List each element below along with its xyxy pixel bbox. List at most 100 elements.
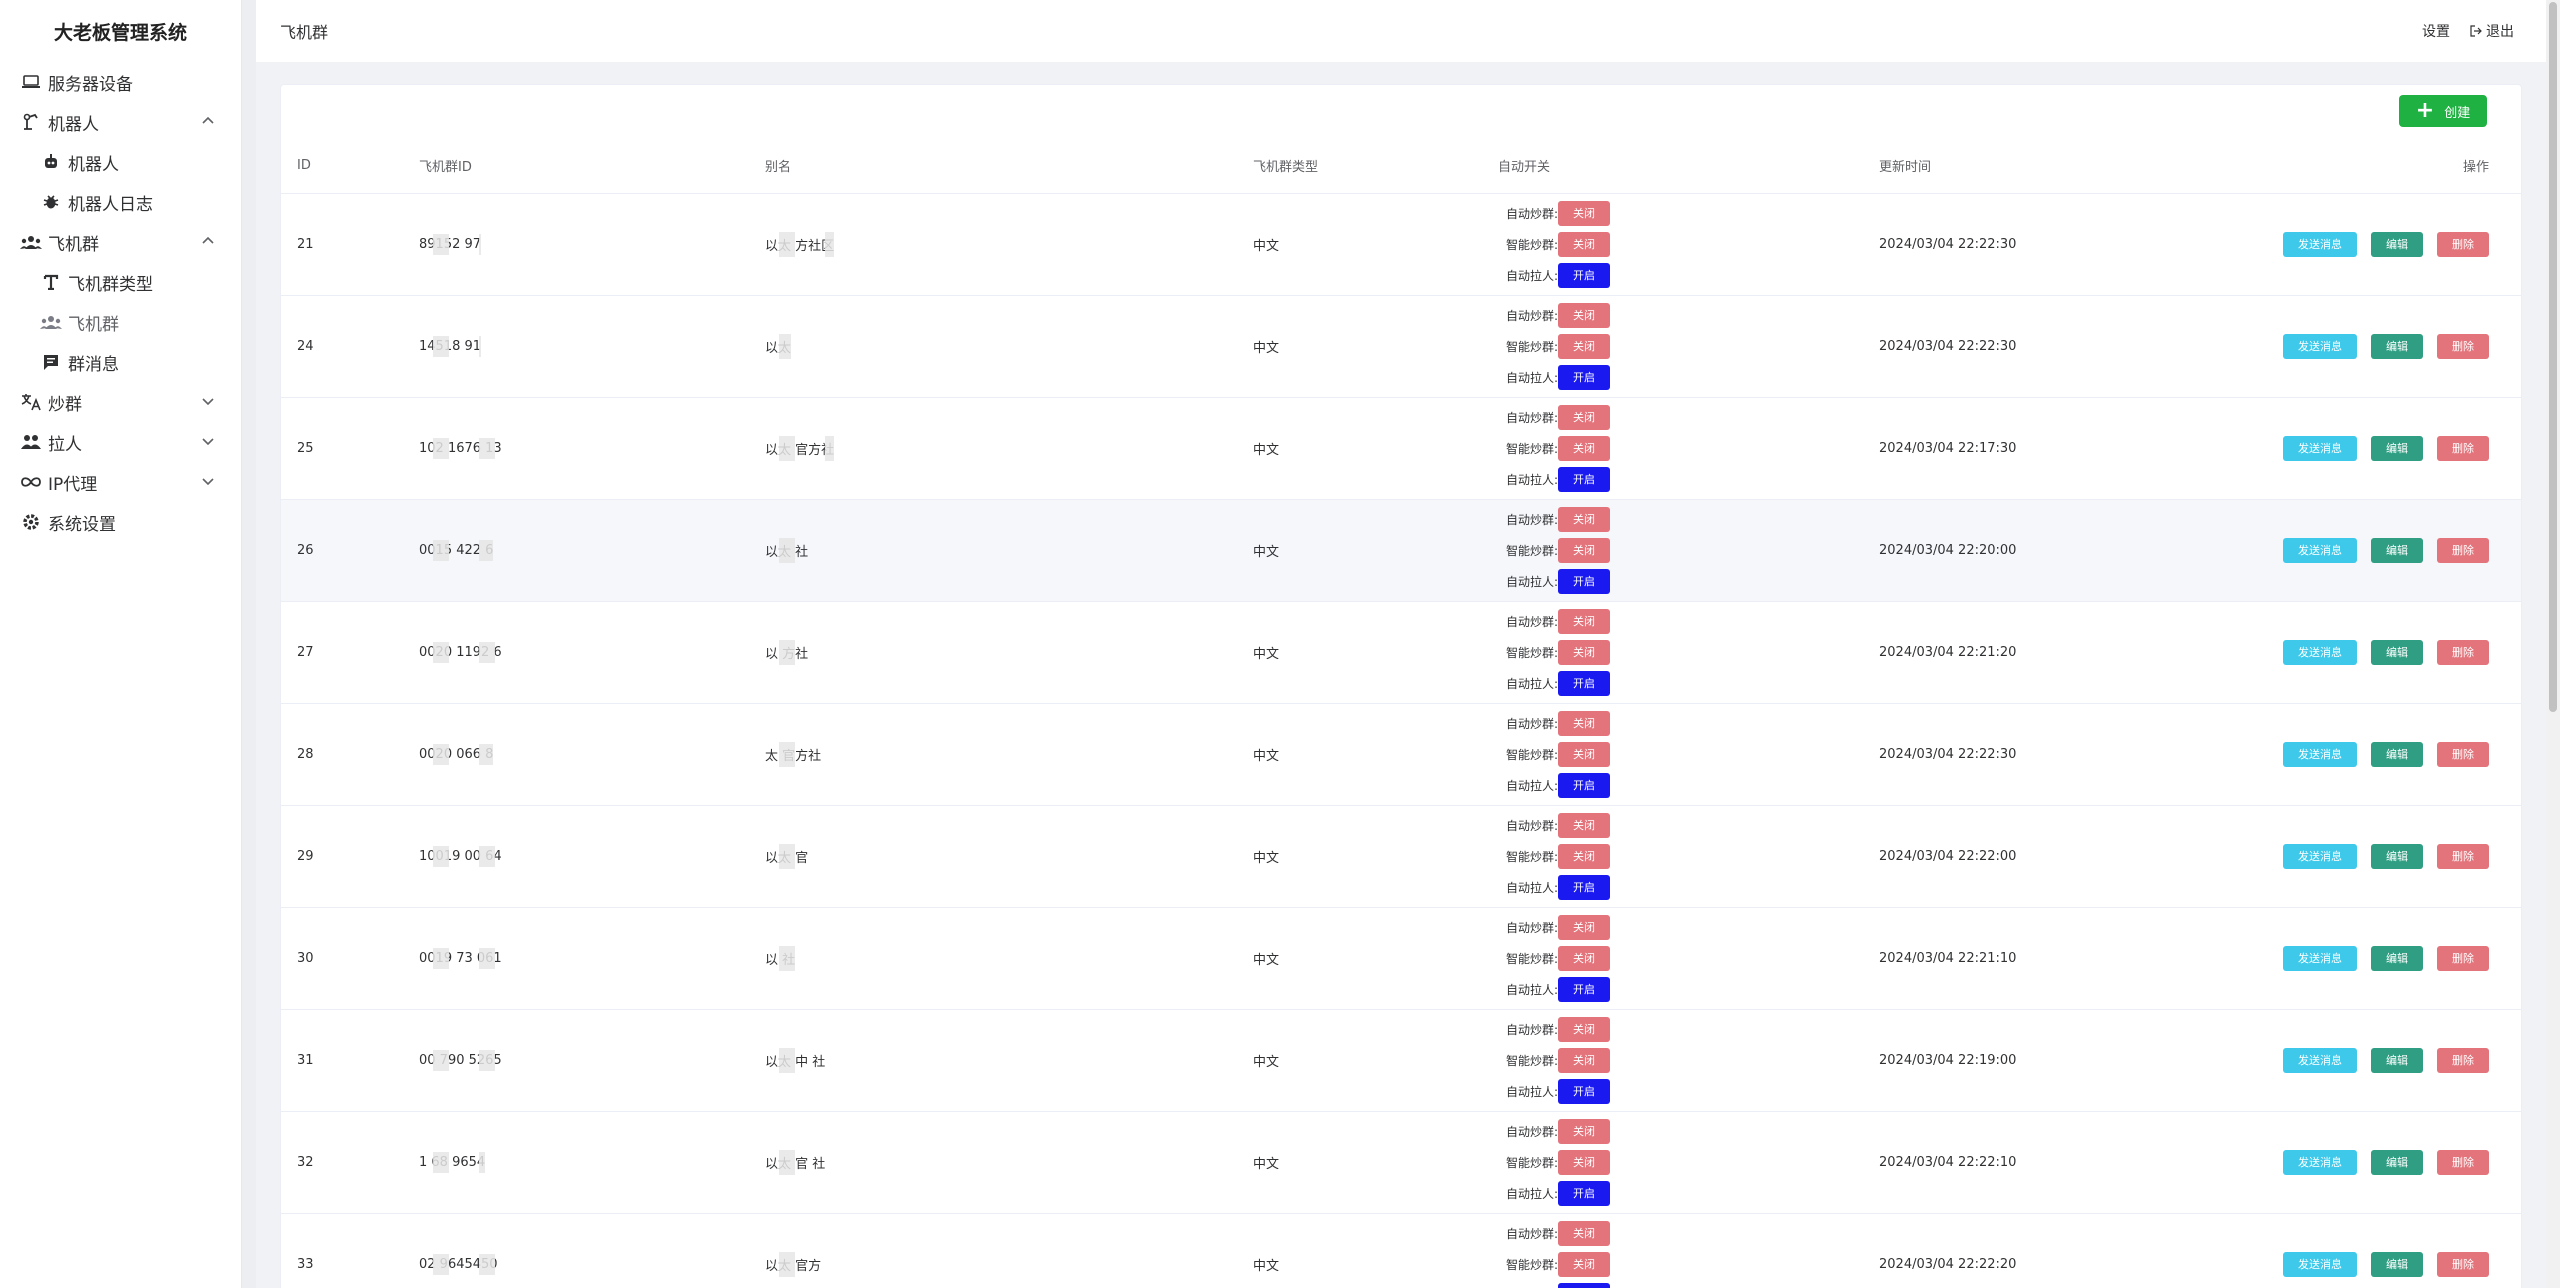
create-button[interactable]: + 创建 — [2399, 95, 2487, 127]
delete-button[interactable]: 删除 — [2437, 639, 2489, 665]
smart-chat-toggle[interactable]: 关闭 — [1558, 741, 1610, 767]
table-row[interactable]: 31 00 790 5265 以太 中 社 中文 自动炒群: 关闭 智能炒群: … — [281, 1009, 2521, 1112]
logout-link[interactable]: 退出 — [2470, 21, 2514, 41]
sidebar-item-robots[interactable]: 机器人 — [0, 142, 241, 182]
send-message-button[interactable]: 发送消息 — [2283, 1149, 2357, 1175]
table-row[interactable]: 32 1 68 9654 以太 官 社 中文 自动炒群: 关闭 智能炒群: 关闭… — [281, 1111, 2521, 1214]
sidebar-item-ip-proxy[interactable]: IP代理 — [0, 462, 241, 502]
auto-pull-toggle[interactable]: 开启 — [1558, 976, 1610, 1002]
auto-chat-toggle[interactable]: 关闭 — [1558, 710, 1610, 736]
scrollbar-thumb[interactable] — [2549, 2, 2557, 712]
edit-button[interactable]: 编辑 — [2371, 333, 2423, 359]
smart-chat-toggle[interactable]: 关闭 — [1558, 1251, 1610, 1277]
delete-button[interactable]: 删除 — [2437, 435, 2489, 461]
smart-chat-toggle[interactable]: 关闭 — [1558, 843, 1610, 869]
auto-pull-toggle[interactable]: 开启 — [1558, 1180, 1610, 1206]
auto-chat-toggle[interactable]: 关闭 — [1558, 914, 1610, 940]
table-row[interactable]: 30 0019 73 061 以 社 中文 自动炒群: 关闭 智能炒群: 关闭 … — [281, 907, 2521, 1010]
smart-chat-toggle[interactable]: 关闭 — [1558, 333, 1610, 359]
edit-button[interactable]: 编辑 — [2371, 945, 2423, 971]
column-header-type[interactable]: 飞机群类型 — [1237, 139, 1482, 194]
auto-pull-toggle[interactable]: 开启 — [1558, 874, 1610, 900]
auto-pull-toggle[interactable]: 开启 — [1558, 568, 1610, 594]
table-row[interactable]: 21 89152 97 以太 方社区 中文 自动炒群: 关闭 智能炒群: 关闭 … — [281, 193, 2521, 296]
auto-pull-toggle[interactable]: 开启 — [1558, 1282, 1610, 1288]
smart-chat-toggle[interactable]: 关闭 — [1558, 1047, 1610, 1073]
settings-link[interactable]: 设置 — [2422, 21, 2450, 41]
sidebar-item-groups[interactable]: 飞机群 — [0, 302, 241, 342]
page-scrollbar[interactable] — [2546, 0, 2560, 1288]
table-row[interactable]: 27 0020 1192 6 以 方社 中文 自动炒群: 关闭 智能炒群: 关闭… — [281, 601, 2521, 704]
auto-chat-toggle[interactable]: 关闭 — [1558, 404, 1610, 430]
column-header-alias[interactable]: 别名 — [749, 139, 1237, 194]
smart-chat-toggle[interactable]: 关闭 — [1558, 639, 1610, 665]
sidebar-item-system-settings[interactable]: 系统设置 — [0, 502, 241, 542]
smart-chat-toggle[interactable]: 关闭 — [1558, 537, 1610, 563]
auto-pull-toggle[interactable]: 开启 — [1558, 364, 1610, 390]
column-header-switch[interactable]: 自动开关 — [1482, 139, 1863, 194]
send-message-button[interactable]: 发送消息 — [2283, 741, 2357, 767]
smart-chat-toggle[interactable]: 关闭 — [1558, 435, 1610, 461]
table-row[interactable]: 28 0020 066 8 太 官方社 中文 自动炒群: 关闭 智能炒群: 关闭… — [281, 703, 2521, 806]
sidebar-item-robot-group[interactable]: 机器人 — [0, 102, 241, 142]
sidebar-item-chat-groups[interactable]: 炒群 — [0, 382, 241, 422]
table-row[interactable]: 29 10019 00 64 以太 官 中文 自动炒群: 关闭 智能炒群: 关闭… — [281, 805, 2521, 908]
edit-button[interactable]: 编辑 — [2371, 537, 2423, 563]
column-header-group-id[interactable]: 飞机群ID — [403, 139, 749, 194]
send-message-button[interactable]: 发送消息 — [2283, 333, 2357, 359]
delete-button[interactable]: 删除 — [2437, 1251, 2489, 1277]
auto-pull-toggle[interactable]: 开启 — [1558, 772, 1610, 798]
send-message-button[interactable]: 发送消息 — [2283, 639, 2357, 665]
send-message-button[interactable]: 发送消息 — [2283, 537, 2357, 563]
column-header-id[interactable]: ID — [281, 139, 403, 194]
delete-button[interactable]: 删除 — [2437, 1047, 2489, 1073]
delete-button[interactable]: 删除 — [2437, 945, 2489, 971]
sidebar-item-server-devices[interactable]: 服务器设备 — [0, 62, 241, 102]
auto-chat-toggle[interactable]: 关闭 — [1558, 812, 1610, 838]
send-message-button[interactable]: 发送消息 — [2283, 1047, 2357, 1073]
column-header-ops[interactable]: 操作 — [2253, 139, 2521, 194]
table-row[interactable]: 33 02 9645450 以太 官方 中文 自动炒群: 关闭 智能炒群: 关闭… — [281, 1213, 2521, 1288]
auto-chat-toggle[interactable]: 关闭 — [1558, 1118, 1610, 1144]
auto-chat-toggle[interactable]: 关闭 — [1558, 302, 1610, 328]
send-message-button[interactable]: 发送消息 — [2283, 945, 2357, 971]
sidebar-item-robot-logs[interactable]: 机器人日志 — [0, 182, 241, 222]
edit-button[interactable]: 编辑 — [2371, 639, 2423, 665]
send-message-button[interactable]: 发送消息 — [2283, 1251, 2357, 1277]
auto-chat-toggle[interactable]: 关闭 — [1558, 200, 1610, 226]
delete-button[interactable]: 删除 — [2437, 741, 2489, 767]
delete-button[interactable]: 删除 — [2437, 537, 2489, 563]
send-message-button[interactable]: 发送消息 — [2283, 435, 2357, 461]
sidebar-item-group-types[interactable]: 飞机群类型 — [0, 262, 241, 302]
sidebar-item-group-section[interactable]: 飞机群 — [0, 222, 241, 262]
delete-button[interactable]: 删除 — [2437, 231, 2489, 257]
send-message-button[interactable]: 发送消息 — [2283, 231, 2357, 257]
smart-chat-toggle[interactable]: 关闭 — [1558, 1149, 1610, 1175]
auto-chat-toggle[interactable]: 关闭 — [1558, 1016, 1610, 1042]
auto-pull-toggle[interactable]: 开启 — [1558, 466, 1610, 492]
delete-button[interactable]: 删除 — [2437, 1149, 2489, 1175]
smart-chat-toggle[interactable]: 关闭 — [1558, 231, 1610, 257]
edit-button[interactable]: 编辑 — [2371, 1251, 2423, 1277]
table-row[interactable]: 24 14518 91 以太 中文 自动炒群: 关闭 智能炒群: 关闭 自动拉人… — [281, 295, 2521, 398]
edit-button[interactable]: 编辑 — [2371, 231, 2423, 257]
edit-button[interactable]: 编辑 — [2371, 741, 2423, 767]
auto-pull-toggle[interactable]: 开启 — [1558, 262, 1610, 288]
edit-button[interactable]: 编辑 — [2371, 1047, 2423, 1073]
auto-chat-toggle[interactable]: 关闭 — [1558, 608, 1610, 634]
edit-button[interactable]: 编辑 — [2371, 843, 2423, 869]
smart-chat-toggle[interactable]: 关闭 — [1558, 945, 1610, 971]
sidebar-item-group-messages[interactable]: 群消息 — [0, 342, 241, 382]
send-message-button[interactable]: 发送消息 — [2283, 843, 2357, 869]
column-header-updated[interactable]: 更新时间 — [1863, 139, 2253, 194]
edit-button[interactable]: 编辑 — [2371, 435, 2423, 461]
delete-button[interactable]: 删除 — [2437, 333, 2489, 359]
auto-chat-toggle[interactable]: 关闭 — [1558, 506, 1610, 532]
edit-button[interactable]: 编辑 — [2371, 1149, 2423, 1175]
auto-pull-toggle[interactable]: 开启 — [1558, 1078, 1610, 1104]
table-row[interactable]: 26 0015 422 6 以太 社 中文 自动炒群: 关闭 智能炒群: 关闭 … — [281, 499, 2521, 602]
auto-pull-toggle[interactable]: 开启 — [1558, 670, 1610, 696]
delete-button[interactable]: 删除 — [2437, 843, 2489, 869]
sidebar-item-pull-people[interactable]: 拉人 — [0, 422, 241, 462]
table-row[interactable]: 25 102 1676 13 以太 官方社 中文 自动炒群: 关闭 智能炒群: … — [281, 397, 2521, 500]
